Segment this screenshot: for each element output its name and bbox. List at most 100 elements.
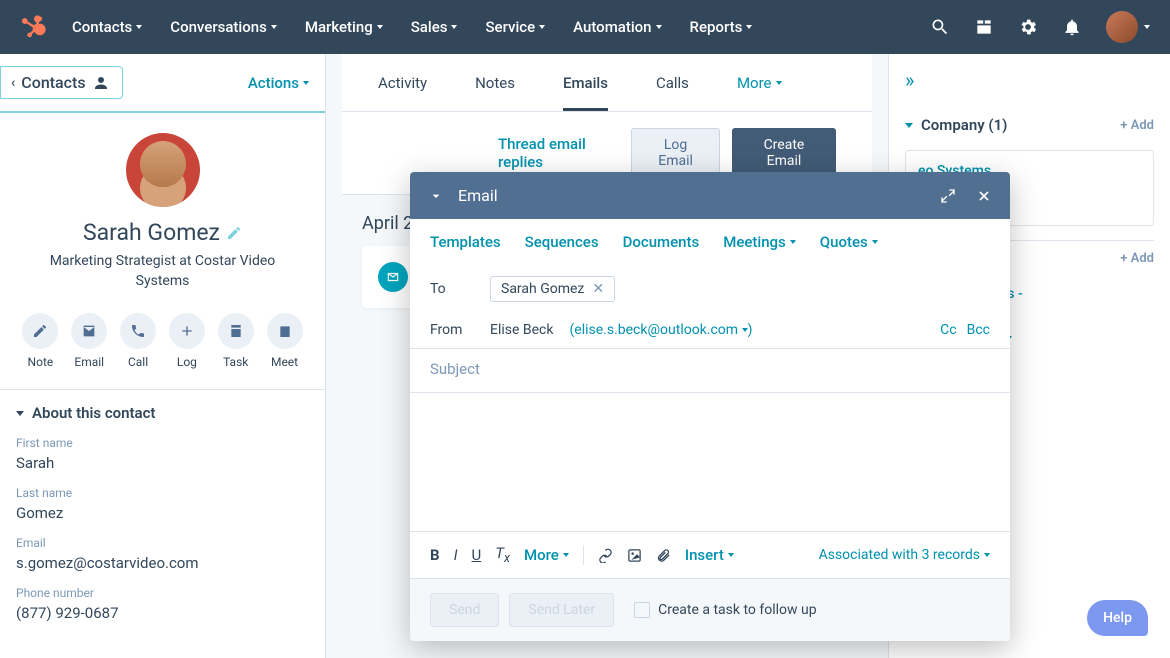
note-icon bbox=[32, 323, 48, 339]
tab-activity[interactable]: Activity bbox=[378, 74, 427, 111]
email-body-input[interactable] bbox=[410, 393, 1010, 531]
phone-value[interactable]: (877) 929-0687 bbox=[16, 604, 309, 622]
from-row: From Elise Beck (elise.s.beck@outlook.co… bbox=[410, 312, 1010, 349]
nav-automation[interactable]: Automation bbox=[573, 18, 661, 36]
contact-sidebar: ‹ Contacts Actions Sarah Gomez Marketing… bbox=[0, 54, 326, 658]
contact-subtitle: Marketing Strategist at Costar Video Sys… bbox=[16, 252, 309, 291]
breadcrumb-label: Contacts bbox=[21, 73, 85, 92]
nav-service[interactable]: Service bbox=[485, 18, 545, 36]
thread-replies-link[interactable]: Thread email replies bbox=[498, 135, 619, 171]
from-email-dropdown[interactable]: (elise.s.beck@outlook.com ) bbox=[569, 322, 752, 338]
compose-toolbar: Templates Sequences Documents Meetings Q… bbox=[410, 219, 1010, 266]
from-label: From bbox=[430, 322, 474, 338]
edit-pencil-icon[interactable] bbox=[226, 225, 242, 241]
nav-contacts[interactable]: Contacts bbox=[72, 18, 142, 36]
log-email-button[interactable]: Log Email bbox=[631, 128, 720, 178]
call-button[interactable]: Call bbox=[120, 313, 156, 369]
followup-task-checkbox[interactable] bbox=[634, 602, 650, 618]
chevron-down-icon bbox=[905, 123, 913, 128]
image-icon[interactable] bbox=[627, 548, 642, 563]
search-icon[interactable] bbox=[930, 17, 950, 37]
note-button[interactable]: Note bbox=[22, 313, 58, 369]
help-button[interactable]: Help bbox=[1087, 600, 1148, 636]
subject-input[interactable]: Subject bbox=[430, 360, 480, 378]
first-name-value[interactable]: Sarah bbox=[16, 454, 309, 472]
tab-more[interactable]: More bbox=[737, 74, 782, 111]
email-icon bbox=[81, 323, 97, 339]
top-navigation: Contacts Conversations Marketing Sales S… bbox=[0, 0, 1170, 54]
expand-icon[interactable] bbox=[940, 188, 956, 204]
field-label: Phone number bbox=[16, 586, 309, 600]
about-header[interactable]: About this contact bbox=[16, 404, 309, 422]
send-button[interactable]: Send bbox=[430, 593, 499, 627]
user-avatar[interactable] bbox=[1106, 11, 1138, 43]
breadcrumb-back[interactable]: ‹ Contacts bbox=[0, 66, 123, 99]
clear-format-button[interactable]: Tx bbox=[495, 544, 510, 566]
from-name[interactable]: Elise Beck bbox=[490, 322, 553, 338]
followup-task-label: Create a task to follow up bbox=[658, 602, 816, 618]
insert-dropdown[interactable]: Insert bbox=[685, 546, 734, 564]
company-section-header[interactable]: Company (1) + Add bbox=[905, 106, 1154, 144]
documents-tab[interactable]: Documents bbox=[623, 233, 700, 251]
email-value[interactable]: s.gomez@costarvideo.com bbox=[16, 554, 309, 572]
person-icon bbox=[92, 74, 110, 92]
to-row: To Sarah Gomez✕ bbox=[410, 266, 1010, 312]
contact-name: Sarah Gomez bbox=[83, 219, 242, 246]
contact-profile: Sarah Gomez Marketing Strategist at Cost… bbox=[0, 113, 325, 299]
sequences-tab[interactable]: Sequences bbox=[525, 233, 599, 251]
italic-button[interactable]: I bbox=[454, 546, 458, 564]
chevron-left-icon: ‹ bbox=[11, 75, 15, 91]
field-label: Last name bbox=[16, 486, 309, 500]
last-name-value[interactable]: Gomez bbox=[16, 504, 309, 522]
underline-button[interactable]: U bbox=[472, 546, 482, 564]
nav-reports[interactable]: Reports bbox=[690, 18, 753, 36]
hubspot-logo-icon[interactable] bbox=[20, 13, 48, 41]
create-email-button[interactable]: Create Email bbox=[732, 128, 836, 178]
templates-tab[interactable]: Templates bbox=[430, 233, 501, 251]
marketplace-icon[interactable] bbox=[974, 17, 994, 37]
nav-marketing[interactable]: Marketing bbox=[305, 18, 383, 36]
user-menu-caret-icon[interactable] bbox=[1144, 25, 1150, 29]
nav-sales[interactable]: Sales bbox=[411, 18, 458, 36]
attachment-icon[interactable] bbox=[656, 548, 671, 563]
to-label: To bbox=[430, 281, 474, 297]
send-later-button[interactable]: Send Later bbox=[509, 593, 614, 627]
actions-dropdown[interactable]: Actions bbox=[248, 74, 309, 92]
format-toolbar: B I U Tx More Insert Associated with 3 r… bbox=[410, 531, 1010, 578]
field-label: First name bbox=[16, 436, 309, 450]
tab-calls[interactable]: Calls bbox=[656, 74, 689, 111]
minimize-chevron-icon[interactable] bbox=[428, 188, 444, 204]
link-icon[interactable] bbox=[598, 548, 613, 563]
bcc-link[interactable]: Bcc bbox=[967, 322, 990, 338]
nav-conversations[interactable]: Conversations bbox=[170, 18, 277, 36]
chevron-down-icon bbox=[16, 411, 24, 416]
meet-button[interactable]: Meet bbox=[267, 313, 303, 369]
task-button[interactable]: Task bbox=[218, 313, 254, 369]
tab-emails[interactable]: Emails bbox=[563, 74, 608, 111]
notifications-bell-icon[interactable] bbox=[1062, 17, 1082, 37]
remove-chip-icon[interactable]: ✕ bbox=[592, 281, 604, 297]
collapse-icon[interactable]: » bbox=[905, 68, 1154, 92]
settings-gear-icon[interactable] bbox=[1018, 17, 1038, 37]
calendar-icon bbox=[277, 323, 293, 339]
email-item-icon bbox=[378, 262, 408, 292]
tab-notes[interactable]: Notes bbox=[475, 74, 515, 111]
add-company-link[interactable]: + Add bbox=[1120, 118, 1154, 133]
contact-avatar[interactable] bbox=[126, 133, 200, 207]
compose-header: Email bbox=[410, 172, 1010, 219]
bold-button[interactable]: B bbox=[430, 546, 440, 564]
add-deal-link[interactable]: + Add bbox=[1120, 251, 1154, 266]
cc-link[interactable]: Cc bbox=[940, 322, 956, 338]
log-button[interactable]: Log bbox=[169, 313, 205, 369]
subject-row: Subject bbox=[410, 349, 1010, 393]
meetings-tab[interactable]: Meetings bbox=[723, 233, 796, 251]
email-button[interactable]: Email bbox=[71, 313, 107, 369]
associated-records-dropdown[interactable]: Associated with 3 records bbox=[819, 547, 990, 563]
close-icon[interactable] bbox=[976, 188, 992, 204]
divider bbox=[583, 545, 584, 565]
task-icon bbox=[228, 323, 244, 339]
quotes-tab[interactable]: Quotes bbox=[820, 233, 878, 251]
more-format-dropdown[interactable]: More bbox=[524, 546, 569, 564]
field-label: Email bbox=[16, 536, 309, 550]
recipient-chip[interactable]: Sarah Gomez✕ bbox=[490, 276, 615, 302]
